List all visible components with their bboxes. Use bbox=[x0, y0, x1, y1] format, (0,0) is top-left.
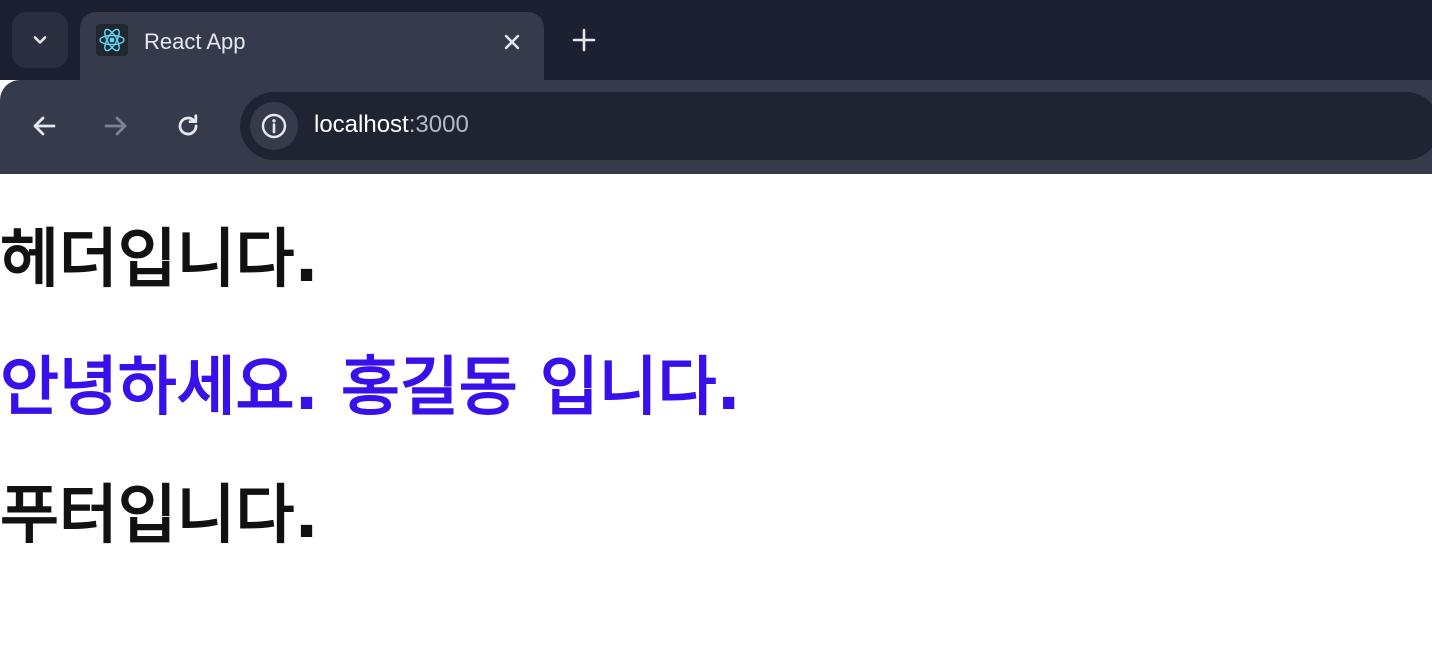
browser-toolbar: localhost:3000 bbox=[0, 80, 1432, 174]
tab-title: React App bbox=[144, 29, 246, 54]
url-host: localhost bbox=[314, 111, 409, 138]
tab-search-button[interactable] bbox=[12, 12, 68, 68]
url-text[interactable]: localhost:3000 bbox=[314, 111, 469, 139]
new-tab-button[interactable] bbox=[564, 22, 604, 58]
react-logo-icon bbox=[96, 24, 128, 56]
arrow-right-icon bbox=[102, 112, 130, 140]
reload-icon bbox=[174, 112, 202, 140]
url-port: :3000 bbox=[408, 111, 469, 138]
info-icon bbox=[260, 112, 288, 140]
address-bar[interactable]: localhost:3000 bbox=[240, 92, 1432, 160]
chevron-down-icon bbox=[30, 30, 50, 50]
browser-tabstrip: React App bbox=[0, 0, 1432, 80]
back-button[interactable] bbox=[24, 106, 64, 146]
close-icon bbox=[502, 32, 522, 52]
active-tab[interactable]: React App bbox=[80, 12, 544, 80]
greeting-heading: 안녕하세요. 홍길동 입니다. bbox=[0, 351, 741, 425]
footer-heading: 푸터입니다. bbox=[0, 479, 319, 553]
plus-icon bbox=[572, 28, 596, 52]
site-info-button[interactable] bbox=[250, 102, 298, 150]
page-content: 헤더입니다. 안녕하세요. 홍길동 입니다. 푸터입니다. bbox=[0, 174, 1432, 672]
arrow-left-icon bbox=[30, 112, 58, 140]
header-heading: 헤더입니다. bbox=[0, 223, 319, 297]
reload-button[interactable] bbox=[168, 106, 208, 146]
forward-button[interactable] bbox=[96, 106, 136, 146]
tab-close-button[interactable] bbox=[496, 26, 528, 58]
